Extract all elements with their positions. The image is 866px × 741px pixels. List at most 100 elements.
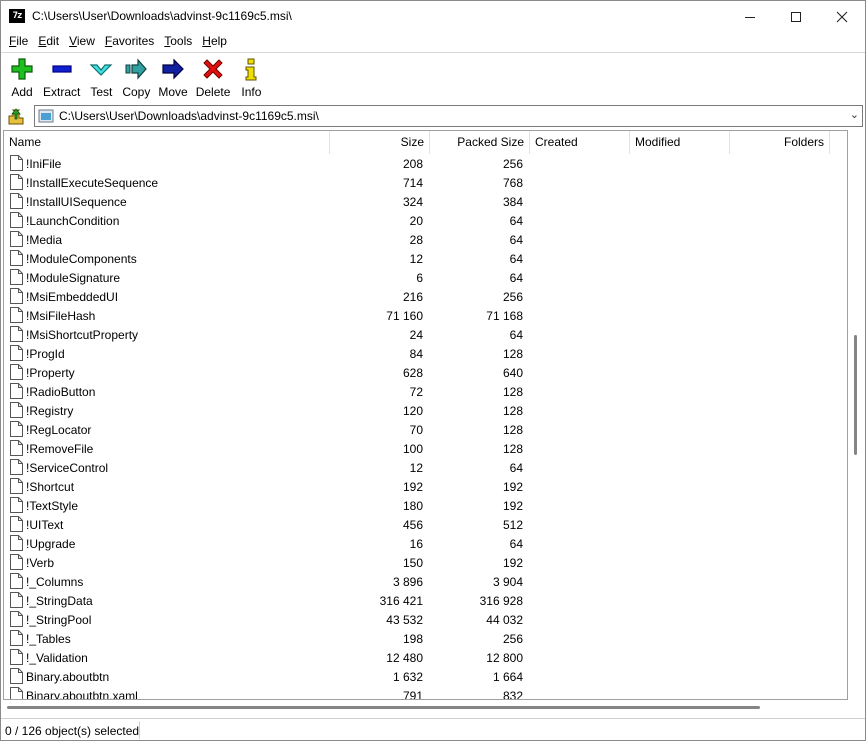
file-name: !IniFile [26,157,62,171]
file-name: !RemoveFile [26,442,94,456]
column-header-modified[interactable]: Modified [630,131,730,154]
table-row[interactable]: !MsiEmbeddedUI 216 256 [4,287,847,306]
move-button[interactable]: Move [154,54,191,100]
column-header-size[interactable]: Size [330,131,430,154]
table-row[interactable]: !ModuleSignature 6 64 [4,268,847,287]
column-header-name[interactable]: Name [4,131,330,154]
file-list[interactable]: Name Size Packed Size Created Modified F… [3,130,848,700]
file-name: !_Tables [26,632,71,646]
file-name: !RadioButton [26,385,96,399]
file-size: 3 896 [392,575,423,589]
minimize-button[interactable] [727,1,773,32]
file-icon [10,668,23,684]
file-packed-size: 768 [502,176,523,190]
file-size: 71 160 [386,309,423,323]
table-row[interactable]: !Verb 150 192 [4,553,847,572]
table-row[interactable]: !Shortcut 192 192 [4,477,847,496]
file-icon [10,193,23,209]
table-row[interactable]: !_Columns 3 896 3 904 [4,572,847,591]
file-size: 714 [402,176,423,190]
file-name: !InstallExecuteSequence [26,176,159,190]
horizontal-scroll-thumb[interactable] [7,706,760,709]
table-row[interactable]: !_Validation 12 480 12 800 [4,648,847,667]
table-row[interactable]: !_Tables 198 256 [4,629,847,648]
table-row[interactable]: Binary.aboutbtn.xaml 791 832 [4,686,847,700]
file-packed-size: 3 904 [492,575,523,589]
table-row[interactable]: !MsiFileHash 71 160 71 168 [4,306,847,325]
table-row[interactable]: !RemoveFile 100 128 [4,439,847,458]
table-row[interactable]: !_StringData 316 421 316 928 [4,591,847,610]
file-size: 84 [409,347,423,361]
table-row[interactable]: !Registry 120 128 [4,401,847,420]
address-bar[interactable]: C:\Users\User\Downloads\advinst-9c1169c5… [34,105,863,127]
extract-button[interactable]: Extract [39,54,84,100]
horizontal-scrollbar[interactable] [3,700,848,715]
vertical-scroll-thumb[interactable] [854,335,857,455]
table-row[interactable]: !InstallUISequence 324 384 [4,192,847,211]
file-size: 16 [409,537,423,551]
file-name: !_StringData [26,594,93,608]
vertical-scrollbar[interactable] [848,130,865,700]
delete-button[interactable]: Delete [192,54,235,100]
table-row[interactable]: !IniFile 208 256 [4,154,847,173]
file-packed-size: 1 664 [492,670,523,684]
table-row[interactable]: !MsiShortcutProperty 24 64 [4,325,847,344]
chevron-down-icon[interactable]: ⌄ [850,108,859,121]
file-name: Binary.aboutbtn.xaml [26,689,138,700]
test-button[interactable]: Test [84,54,118,100]
parent-folder-button[interactable] [4,106,28,128]
table-row[interactable]: !RadioButton 72 128 [4,382,847,401]
menu-favorites[interactable]: Favorites [101,32,158,52]
file-size: 628 [402,366,423,380]
table-row[interactable]: !TextStyle 180 192 [4,496,847,515]
table-row[interactable]: !RegLocator 70 128 [4,420,847,439]
menu-view[interactable]: View [65,32,99,52]
file-icon [10,288,23,304]
file-icon [10,440,23,456]
table-row[interactable]: !ModuleComponents 12 64 [4,249,847,268]
file-size: 791 [402,689,423,700]
file-packed-size: 64 [509,271,523,285]
file-packed-size: 12 800 [486,651,523,665]
table-row[interactable]: !Property 628 640 [4,363,847,382]
column-header-created[interactable]: Created [530,131,630,154]
table-row[interactable]: !LaunchCondition 20 64 [4,211,847,230]
table-row[interactable]: Binary.aboutbtn 1 632 1 664 [4,667,847,686]
file-icon [10,345,23,361]
test-label: Test [90,85,113,99]
table-row[interactable]: !_StringPool 43 532 44 032 [4,610,847,629]
table-row[interactable]: !ProgId 84 128 [4,344,847,363]
file-size: 456 [402,518,423,532]
file-name: !InstallUISequence [26,195,127,209]
menu-tools[interactable]: Tools [160,32,196,52]
table-row[interactable]: !Upgrade 16 64 [4,534,847,553]
move-arrow-icon [162,58,184,80]
title-bar: 7z C:\Users\User\Downloads\advinst-9c116… [1,1,865,32]
file-icon [10,573,23,589]
add-button[interactable]: Add [5,54,39,100]
menu-divider [1,52,865,53]
file-packed-size: 128 [502,404,523,418]
file-name: !Media [26,233,63,247]
up-folder-icon [8,108,24,125]
menu-bar: File Edit View Favorites Tools Help [1,32,865,52]
table-row[interactable]: !InstallExecuteSequence 714 768 [4,173,847,192]
file-packed-size: 256 [502,632,523,646]
column-header-folders[interactable]: Folders [730,131,830,154]
menu-edit[interactable]: Edit [34,32,63,52]
maximize-button[interactable] [773,1,819,32]
file-packed-size: 256 [502,290,523,304]
file-icon [10,592,23,608]
column-header-packed-size[interactable]: Packed Size [430,131,530,154]
table-row[interactable]: !Media 28 64 [4,230,847,249]
close-button[interactable] [819,1,865,32]
file-packed-size: 44 032 [486,613,523,627]
list-rows: !IniFile 208 256 !InstallExecuteSequence 714… [4,154,847,700]
menu-file[interactable]: File [5,32,32,52]
menu-help[interactable]: Help [198,32,231,52]
table-row[interactable]: !UIText 456 512 [4,515,847,534]
info-button[interactable]: Info [234,54,268,100]
copy-button[interactable]: Copy [118,54,154,100]
file-icon [10,478,23,494]
table-row[interactable]: !ServiceControl 12 64 [4,458,847,477]
